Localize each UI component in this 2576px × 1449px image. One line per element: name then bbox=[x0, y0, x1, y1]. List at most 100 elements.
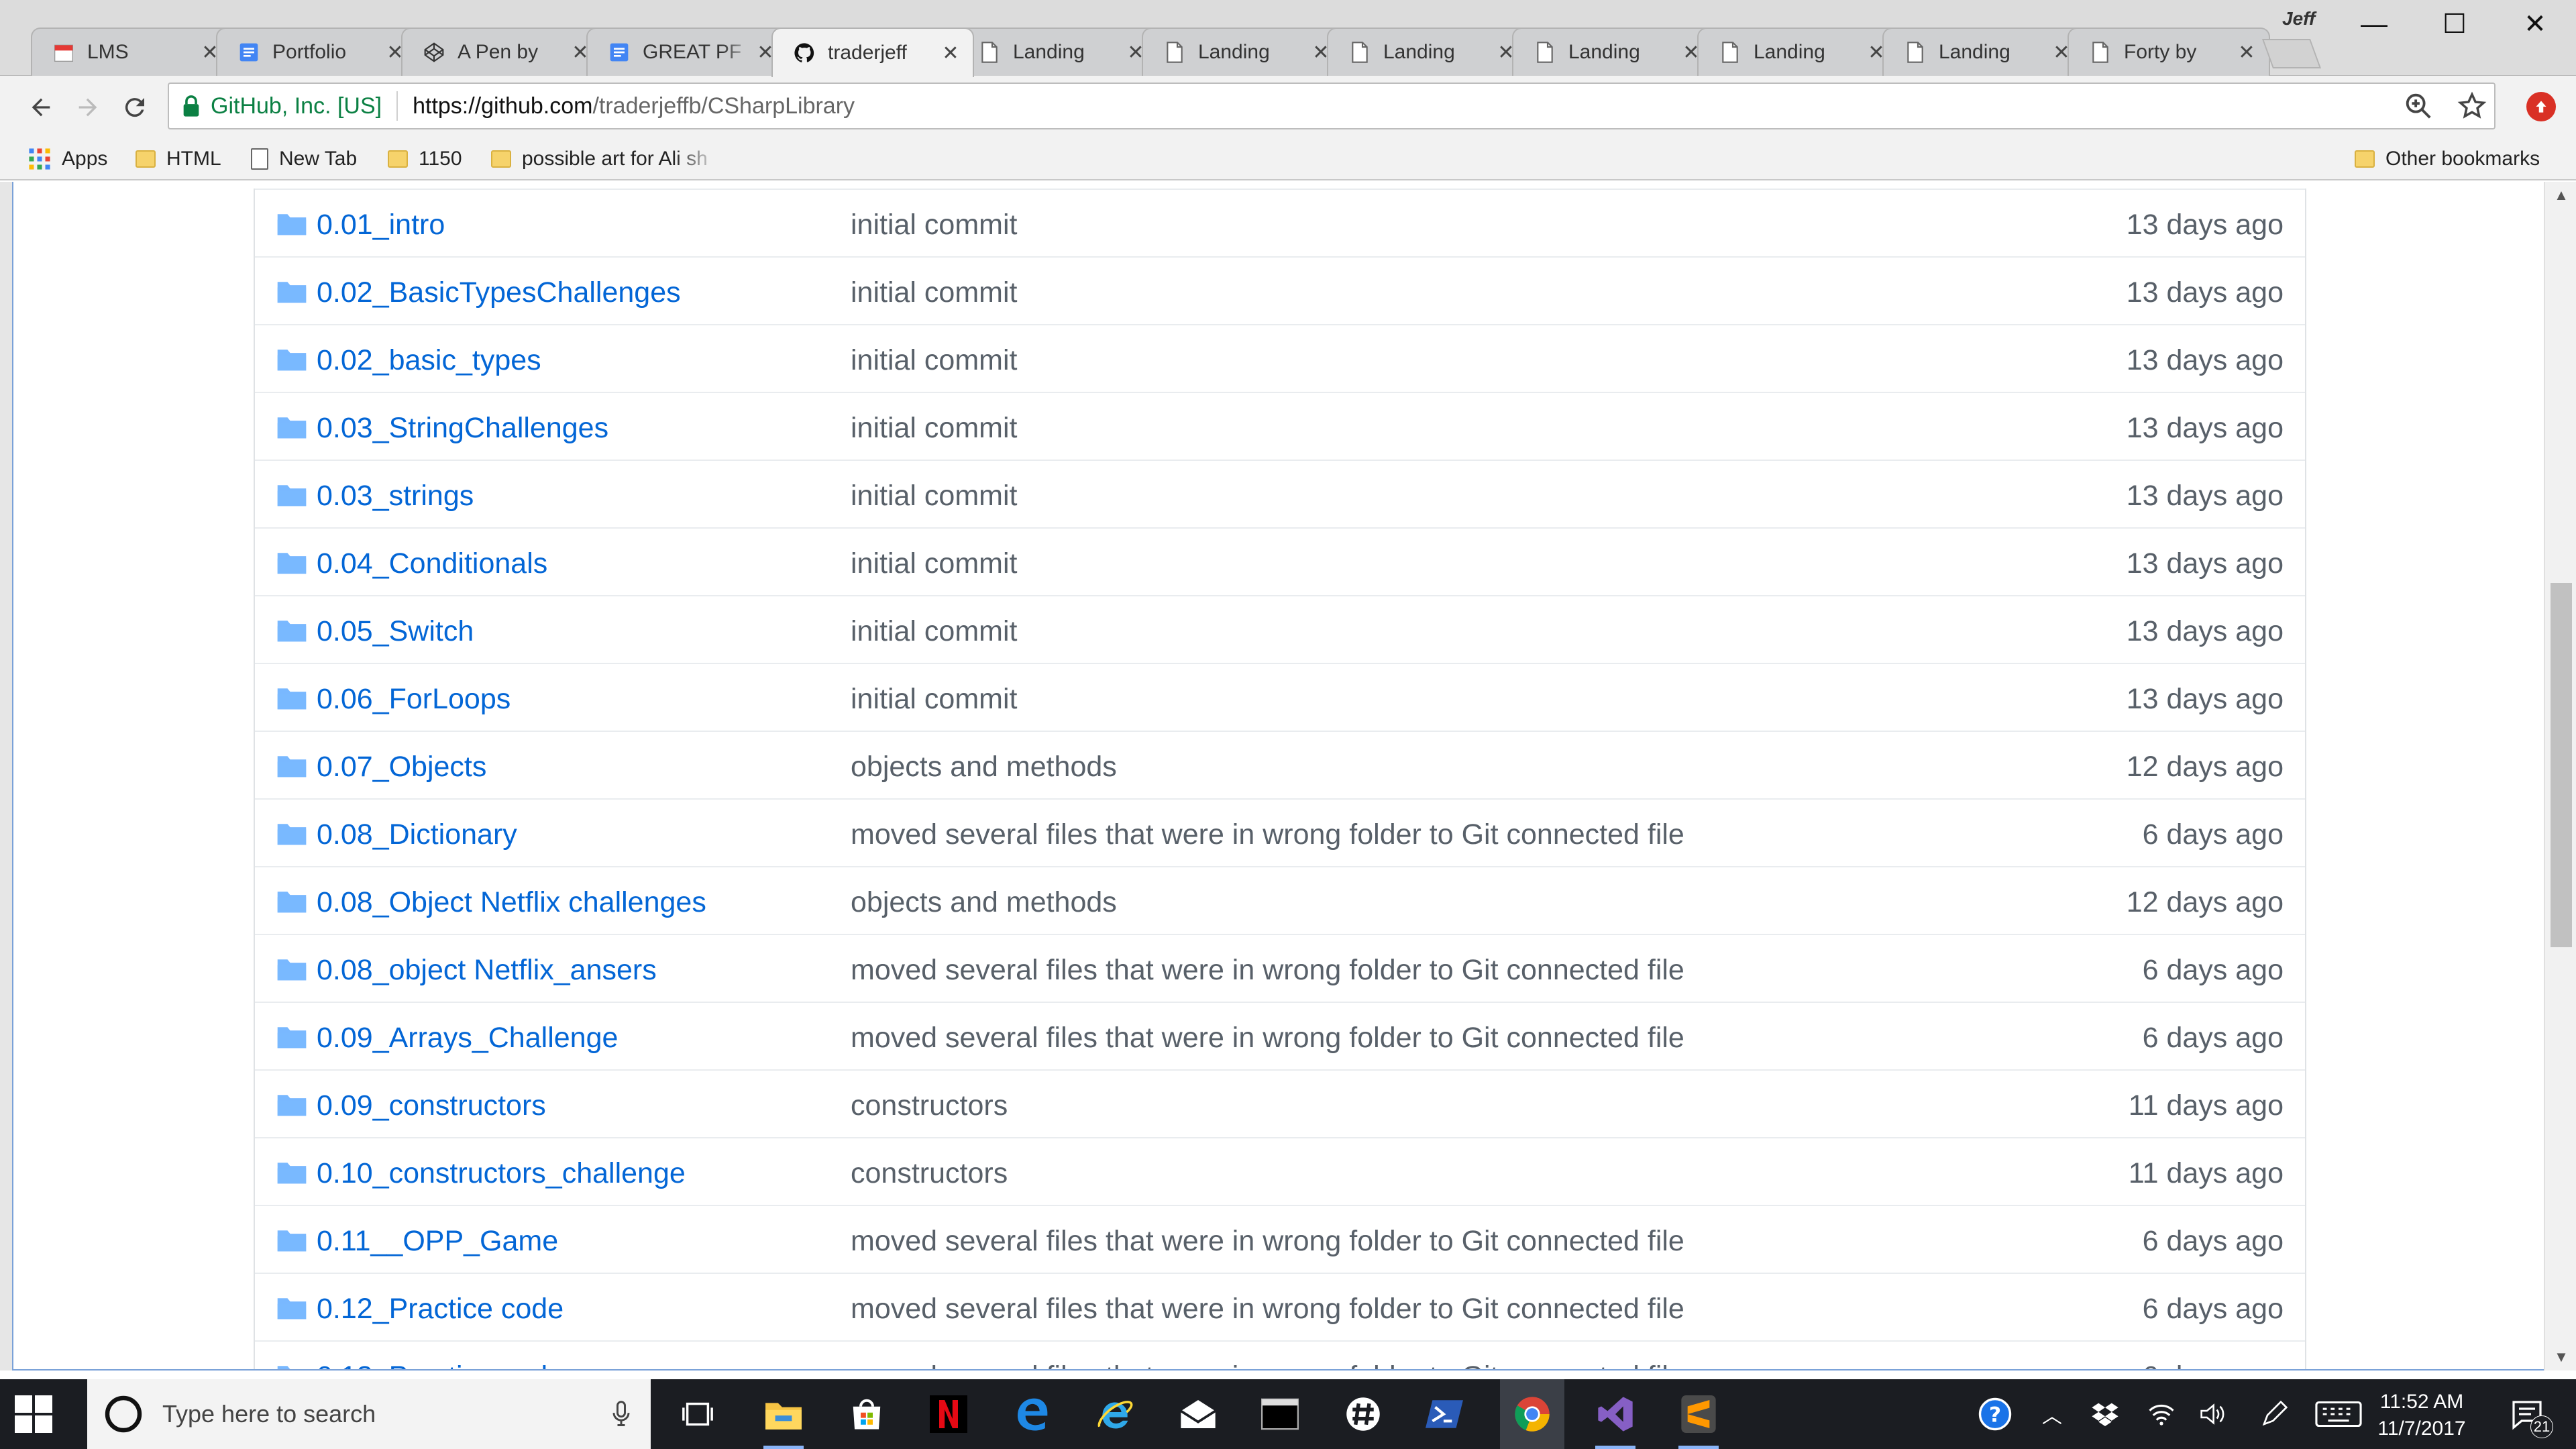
folder-link[interactable]: 0.02_BasicTypesChallenges bbox=[317, 276, 681, 309]
folder-link[interactable]: 0.09_constructors bbox=[317, 1089, 546, 1122]
pen-icon[interactable] bbox=[2255, 1379, 2293, 1449]
commit-message-link[interactable]: initial commit bbox=[851, 683, 1018, 716]
action-center-button[interactable]: 21 bbox=[2497, 1379, 2557, 1449]
browser-tab[interactable]: Landing ✕ bbox=[1142, 28, 1344, 76]
profile-name[interactable]: Jeff bbox=[2282, 8, 2315, 30]
ie-icon[interactable] bbox=[1092, 1391, 1138, 1437]
forward-button[interactable] bbox=[68, 88, 107, 127]
taskbar-clock[interactable]: 11:52 AM 11/7/2017 bbox=[2361, 1389, 2482, 1442]
microphone-icon[interactable] bbox=[609, 1399, 633, 1429]
folder-link[interactable]: 0.07_Objects bbox=[317, 751, 486, 784]
help-icon[interactable]: ? bbox=[1975, 1379, 2015, 1449]
file-explorer-icon[interactable] bbox=[761, 1391, 806, 1449]
commit-message-link[interactable]: initial commit bbox=[851, 480, 1018, 513]
zoom-icon[interactable] bbox=[2403, 91, 2434, 121]
commit-message-link[interactable]: moved several files that were in wrong f… bbox=[851, 818, 1684, 851]
browser-tab[interactable]: Landing ✕ bbox=[1697, 28, 1900, 76]
close-tab-icon[interactable]: ✕ bbox=[2237, 41, 2257, 64]
browser-tab[interactable]: Landing ✕ bbox=[1327, 28, 1529, 76]
commit-message-link[interactable]: moved several files that were in wrong f… bbox=[851, 1360, 1684, 1369]
vertical-scrollbar[interactable]: ▲ ▼ bbox=[2544, 182, 2576, 1371]
folder-link[interactable]: 0.04_Conditionals bbox=[317, 547, 547, 580]
commit-message-link[interactable]: initial commit bbox=[851, 344, 1018, 377]
commit-message-link[interactable]: initial commit bbox=[851, 615, 1018, 648]
commit-message-link[interactable]: moved several files that were in wrong f… bbox=[851, 1022, 1684, 1055]
taskbar-search[interactable]: Type here to search bbox=[87, 1379, 651, 1449]
folder-link[interactable]: 0.02_basic_types bbox=[317, 344, 541, 377]
folder-link[interactable]: 0.10_constructors_challenge bbox=[317, 1157, 686, 1190]
commit-message-link[interactable]: constructors bbox=[851, 1157, 1008, 1190]
bookmark-1150[interactable]: 1150 bbox=[388, 143, 462, 175]
powershell-icon[interactable] bbox=[1422, 1391, 1468, 1437]
browser-tab[interactable]: traderjeff ✕ bbox=[771, 28, 974, 77]
mail-icon[interactable] bbox=[1175, 1391, 1221, 1437]
scroll-up-arrow-icon[interactable]: ▲ bbox=[2545, 182, 2576, 209]
bookmark-html[interactable]: HTML bbox=[136, 143, 221, 175]
show-hidden-icons-icon[interactable]: ︿ bbox=[2035, 1379, 2069, 1449]
browser-tab[interactable]: GREAT PF ✕ bbox=[586, 28, 789, 76]
scroll-down-arrow-icon[interactable]: ▼ bbox=[2545, 1344, 2576, 1371]
folder-link[interactable]: 0.03_strings bbox=[317, 480, 474, 513]
commit-message-link[interactable]: moved several files that were in wrong f… bbox=[851, 954, 1684, 987]
close-tab-icon[interactable]: ✕ bbox=[941, 42, 961, 65]
touch-keyboard-icon[interactable] bbox=[2312, 1379, 2365, 1449]
tab-title: Landing bbox=[1568, 41, 1640, 63]
commit-message-link[interactable]: constructors bbox=[851, 1089, 1008, 1122]
folder-link[interactable]: 0.03_StringChallenges bbox=[317, 412, 608, 445]
extension-icon[interactable] bbox=[2526, 92, 2556, 121]
folder-link[interactable]: 0.08_Dictionary bbox=[317, 818, 517, 851]
store-icon[interactable] bbox=[844, 1391, 890, 1437]
browser-tab[interactable]: Forty by ✕ bbox=[2068, 28, 2270, 76]
scroll-thumb[interactable] bbox=[2551, 583, 2572, 947]
browser-tab[interactable]: Landing ✕ bbox=[1512, 28, 1715, 76]
security-indicator[interactable]: GitHub, Inc. [US] bbox=[181, 93, 382, 119]
volume-icon[interactable] bbox=[2194, 1379, 2231, 1449]
visual-studio-icon[interactable] bbox=[1593, 1391, 1638, 1449]
browser-tab[interactable]: A Pen by ✕ bbox=[401, 28, 604, 76]
sublime-icon[interactable] bbox=[1676, 1391, 1721, 1449]
folder-link[interactable]: 0.01_intro bbox=[317, 209, 445, 241]
folder-link[interactable]: 0.12_Practice code bbox=[317, 1293, 564, 1326]
other-bookmarks[interactable]: Other bookmarks bbox=[2355, 143, 2540, 175]
terminal-icon[interactable] bbox=[1257, 1391, 1303, 1437]
browser-tab[interactable]: Landing ✕ bbox=[957, 28, 1159, 76]
back-button[interactable] bbox=[21, 88, 60, 127]
reload-icon bbox=[125, 98, 144, 117]
bookmark-new-tab[interactable]: New Tab bbox=[251, 143, 357, 175]
bookmark-star-icon[interactable] bbox=[2457, 91, 2487, 121]
folder-link[interactable]: 0.06_ForLoops bbox=[317, 683, 511, 716]
commit-message-link[interactable]: objects and methods bbox=[851, 751, 1117, 784]
netflix-icon[interactable] bbox=[926, 1391, 971, 1437]
minimize-button[interactable]: — bbox=[2337, 4, 2411, 44]
folder-link[interactable]: 0.08_object Netflix_ansers bbox=[317, 954, 657, 987]
commit-message-link[interactable]: moved several files that were in wrong f… bbox=[851, 1225, 1684, 1258]
commit-message-link[interactable]: moved several files that were in wrong f… bbox=[851, 1293, 1684, 1326]
windows-start-icon[interactable] bbox=[15, 1395, 52, 1433]
folder-link[interactable]: 0.08_Object Netflix challenges bbox=[317, 886, 706, 919]
commit-message-link[interactable]: initial commit bbox=[851, 276, 1018, 309]
maximize-button[interactable]: ☐ bbox=[2418, 4, 2491, 44]
dropbox-icon[interactable] bbox=[2086, 1379, 2124, 1449]
task-view-icon[interactable] bbox=[675, 1391, 720, 1437]
browser-tab[interactable]: Landing ✕ bbox=[1882, 28, 2085, 76]
edge-icon[interactable] bbox=[1009, 1391, 1055, 1437]
address-bar[interactable]: GitHub, Inc. [US] https://github.com/tra… bbox=[168, 83, 2496, 129]
close-window-button[interactable]: ✕ bbox=[2498, 4, 2572, 44]
bookmark-apps[interactable]: Apps bbox=[28, 143, 107, 175]
chrome-icon[interactable] bbox=[1500, 1379, 1564, 1449]
slack-icon[interactable] bbox=[1340, 1391, 1386, 1437]
commit-message-link[interactable]: initial commit bbox=[851, 412, 1018, 445]
folder-link[interactable]: 0.11__OPP_Game bbox=[317, 1225, 558, 1258]
reload-button[interactable] bbox=[115, 88, 154, 127]
new-tab-button[interactable] bbox=[2261, 39, 2322, 68]
bookmark-possible-art[interactable]: possible art for Ali sh bbox=[491, 143, 719, 175]
browser-tab[interactable]: LMS ✕ bbox=[31, 28, 233, 76]
commit-message-link[interactable]: initial commit bbox=[851, 547, 1018, 580]
folder-link[interactable]: 0.13_Practice code bbox=[317, 1360, 564, 1369]
folder-link[interactable]: 0.09_Arrays_Challenge bbox=[317, 1022, 618, 1055]
commit-message-link[interactable]: initial commit bbox=[851, 209, 1018, 241]
browser-tab[interactable]: Portfolio ✕ bbox=[216, 28, 419, 76]
folder-link[interactable]: 0.05_Switch bbox=[317, 615, 474, 648]
wifi-icon[interactable] bbox=[2143, 1379, 2180, 1449]
commit-message-link[interactable]: objects and methods bbox=[851, 886, 1117, 919]
